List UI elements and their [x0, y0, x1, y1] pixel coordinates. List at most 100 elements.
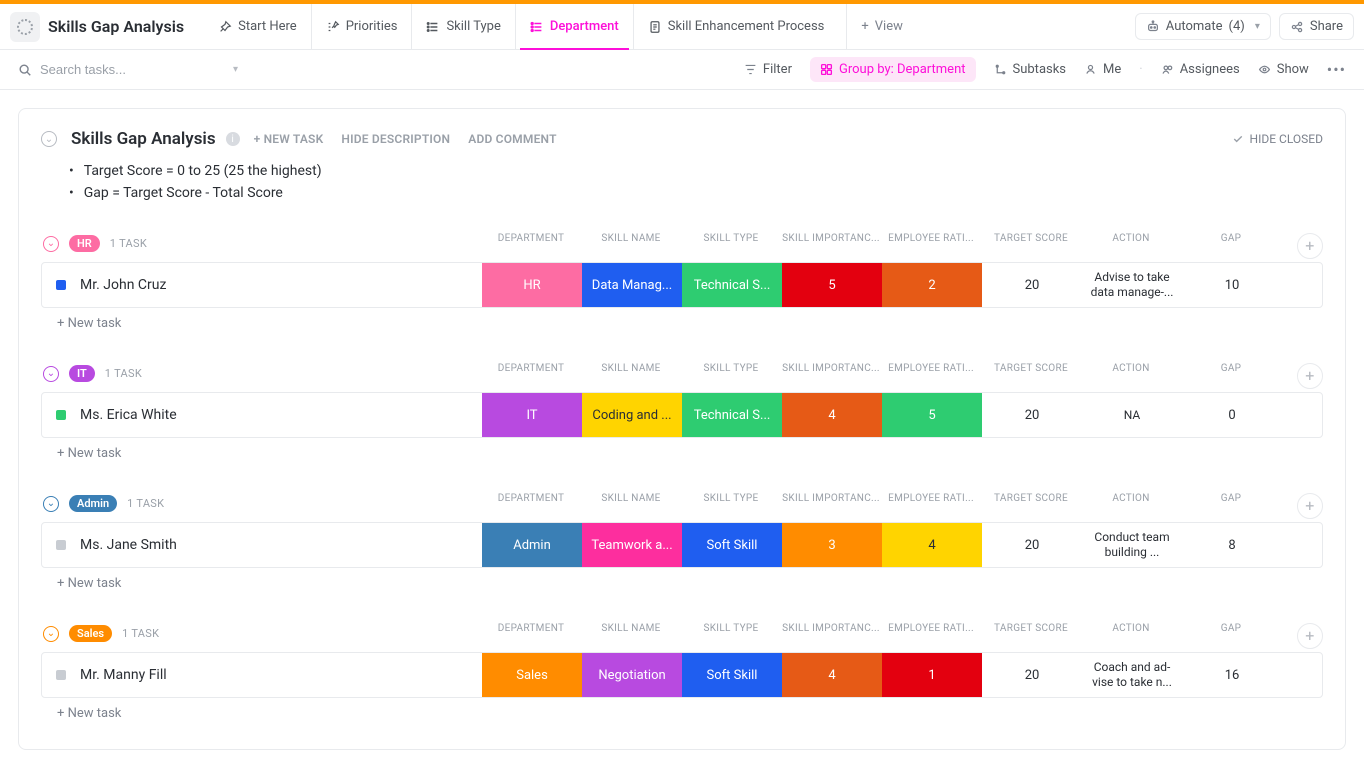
column-header[interactable]: DEPARTMENT — [481, 623, 581, 649]
column-header[interactable]: SKILL NAME — [581, 623, 681, 649]
cell-skill-name[interactable]: Coding and ... — [582, 393, 682, 437]
new-task-inline[interactable]: + New task — [41, 706, 1323, 721]
column-header[interactable]: GAP — [1181, 493, 1281, 519]
column-header[interactable]: ACTION — [1081, 363, 1181, 389]
cell-skill-name[interactable]: Negotiation — [582, 653, 682, 697]
column-header[interactable]: SKILL TYPE — [681, 233, 781, 259]
column-header[interactable]: TARGET SCORE — [981, 233, 1081, 259]
search-wrap[interactable]: ▾ — [18, 62, 238, 77]
cell-skill-name[interactable]: Data Manag... — [582, 263, 682, 307]
column-header[interactable]: GAP — [1181, 623, 1281, 649]
add-column-button[interactable]: + — [1297, 493, 1323, 519]
cell-target-score[interactable]: 20 — [982, 393, 1082, 437]
column-header[interactable]: SKILL IMPORTANC... — [781, 363, 881, 389]
status-square-icon[interactable] — [56, 540, 66, 550]
task-row[interactable]: Ms. Jane Smith AdminTeamwork a...Soft Sk… — [41, 522, 1323, 568]
add-column-button[interactable]: + — [1297, 623, 1323, 649]
search-input[interactable] — [40, 62, 180, 77]
filter-button[interactable]: Filter — [744, 62, 792, 77]
new-task-inline[interactable]: + New task — [41, 446, 1323, 461]
task-row[interactable]: Mr. Manny Fill SalesNegotiationSoft Skil… — [41, 652, 1323, 698]
tab-skill-enhancement-process[interactable]: Skill Enhancement Process — [633, 4, 839, 49]
cell-action[interactable]: Conduct team building ... — [1082, 523, 1182, 567]
tab-skill-type[interactable]: Skill Type — [411, 4, 514, 49]
column-header[interactable]: EMPLOYEE RATI... — [881, 493, 981, 519]
cell-action[interactable]: Coach and ad-vise to take n... — [1082, 653, 1182, 697]
column-header[interactable]: SKILL NAME — [581, 493, 681, 519]
column-header[interactable]: EMPLOYEE RATI... — [881, 233, 981, 259]
task-row[interactable]: Mr. John Cruz HRData Manag...Technical S… — [41, 262, 1323, 308]
add-view-button[interactable]: + View — [846, 4, 917, 49]
column-header[interactable]: SKILL TYPE — [681, 493, 781, 519]
new-task-button[interactable]: + NEW TASK — [254, 132, 324, 146]
cell-gap[interactable]: 10 — [1182, 263, 1282, 307]
cell-target-score[interactable]: 20 — [982, 523, 1082, 567]
group-by-button[interactable]: Group by: Department — [810, 57, 976, 82]
cell-skill-name[interactable]: Teamwork a... — [582, 523, 682, 567]
column-header[interactable]: DEPARTMENT — [481, 363, 581, 389]
chevron-down-icon[interactable]: ▾ — [233, 64, 238, 75]
cell-gap[interactable]: 8 — [1182, 523, 1282, 567]
column-header[interactable]: ACTION — [1081, 623, 1181, 649]
cell-department[interactable]: Sales — [482, 653, 582, 697]
cell-employee-rati-[interactable]: 2 — [882, 263, 982, 307]
add-column-button[interactable]: + — [1297, 233, 1323, 259]
column-header[interactable]: GAP — [1181, 233, 1281, 259]
cell-skill-type[interactable]: Soft Skill — [682, 653, 782, 697]
column-header[interactable]: SKILL IMPORTANC... — [781, 623, 881, 649]
more-menu-button[interactable]: ••• — [1327, 60, 1346, 79]
hide-closed-button[interactable]: HIDE CLOSED — [1232, 132, 1323, 146]
cell-employee-rati-[interactable]: 4 — [882, 523, 982, 567]
tab-start-here[interactable]: Start Here — [204, 4, 311, 49]
column-header[interactable]: SKILL TYPE — [681, 623, 781, 649]
status-square-icon[interactable] — [56, 410, 66, 420]
cell-department[interactable]: HR — [482, 263, 582, 307]
column-header[interactable]: ACTION — [1081, 233, 1181, 259]
cell-target-score[interactable]: 20 — [982, 653, 1082, 697]
column-header[interactable]: EMPLOYEE RATI... — [881, 623, 981, 649]
cell-skill-importanc-[interactable]: 3 — [782, 523, 882, 567]
assignees-button[interactable]: Assignees — [1161, 62, 1240, 77]
subtasks-button[interactable]: Subtasks — [994, 62, 1067, 77]
me-button[interactable]: Me — [1084, 62, 1121, 77]
cell-employee-rati-[interactable]: 5 — [882, 393, 982, 437]
cell-skill-importanc-[interactable]: 4 — [782, 653, 882, 697]
cell-skill-type[interactable]: Soft Skill — [682, 523, 782, 567]
task-row[interactable]: Ms. Erica White ITCoding and ...Technica… — [41, 392, 1323, 438]
add-column-button[interactable]: + — [1297, 363, 1323, 389]
hide-description-button[interactable]: HIDE DESCRIPTION — [341, 132, 450, 146]
status-square-icon[interactable] — [56, 280, 66, 290]
cell-action[interactable]: Advise to take data manage-... — [1082, 263, 1182, 307]
column-header[interactable]: DEPARTMENT — [481, 233, 581, 259]
task-name[interactable]: Ms. Erica White — [80, 407, 177, 423]
column-header[interactable]: ACTION — [1081, 493, 1181, 519]
cell-skill-importanc-[interactable]: 5 — [782, 263, 882, 307]
cell-skill-type[interactable]: Technical S... — [682, 263, 782, 307]
tab-priorities[interactable]: Priorities — [311, 4, 412, 49]
status-square-icon[interactable] — [56, 670, 66, 680]
cell-action[interactable]: NA — [1082, 393, 1182, 437]
task-name[interactable]: Mr. Manny Fill — [80, 667, 167, 683]
info-icon[interactable]: i — [226, 132, 240, 146]
column-header[interactable]: SKILL NAME — [581, 363, 681, 389]
column-header[interactable]: TARGET SCORE — [981, 363, 1081, 389]
show-button[interactable]: Show — [1258, 62, 1309, 77]
task-name[interactable]: Mr. John Cruz — [80, 277, 166, 293]
task-name[interactable]: Ms. Jane Smith — [80, 537, 177, 553]
automate-button[interactable]: Automate (4) ▾ — [1135, 13, 1271, 40]
cell-department[interactable]: Admin — [482, 523, 582, 567]
new-task-inline[interactable]: + New task — [41, 316, 1323, 331]
space-icon[interactable] — [10, 12, 40, 42]
column-header[interactable]: SKILL IMPORTANC... — [781, 233, 881, 259]
column-header[interactable]: DEPARTMENT — [481, 493, 581, 519]
column-header[interactable]: SKILL TYPE — [681, 363, 781, 389]
cell-employee-rati-[interactable]: 1 — [882, 653, 982, 697]
new-task-inline[interactable]: + New task — [41, 576, 1323, 591]
column-header[interactable]: GAP — [1181, 363, 1281, 389]
column-header[interactable]: TARGET SCORE — [981, 493, 1081, 519]
tab-department[interactable]: Department — [515, 4, 633, 49]
column-header[interactable]: SKILL NAME — [581, 233, 681, 259]
cell-target-score[interactable]: 20 — [982, 263, 1082, 307]
column-header[interactable]: EMPLOYEE RATI... — [881, 363, 981, 389]
cell-gap[interactable]: 0 — [1182, 393, 1282, 437]
